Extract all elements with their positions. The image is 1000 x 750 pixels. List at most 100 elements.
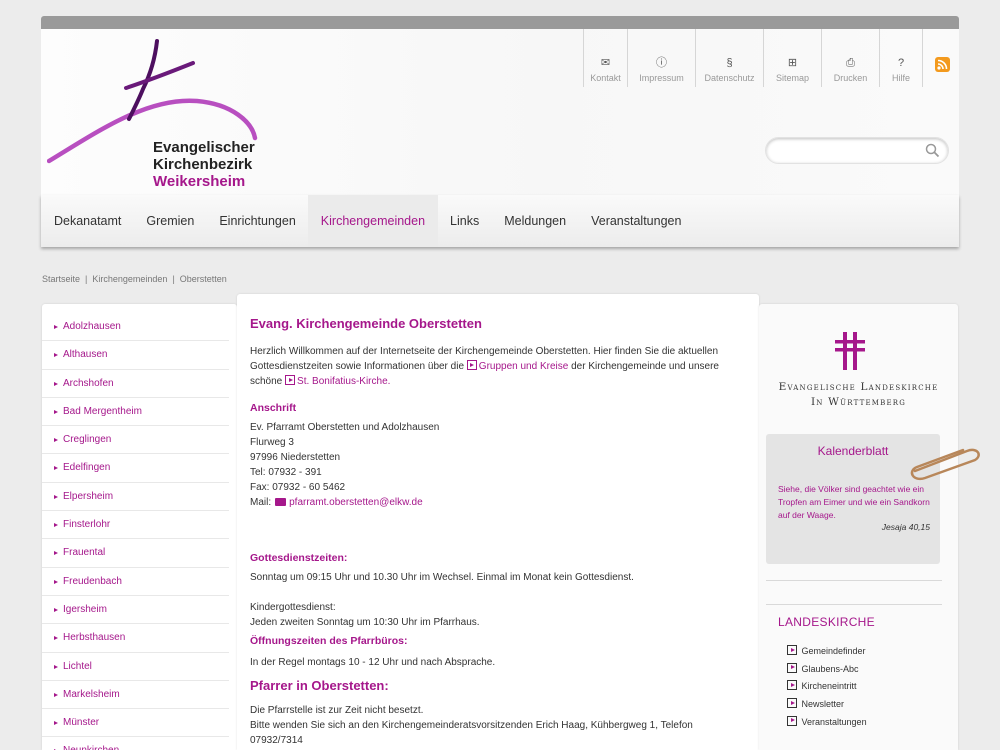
sidebar-item-lichtel[interactable]: Lichtel xyxy=(42,653,229,681)
link-label: Kircheneintritt xyxy=(801,681,857,692)
sidebar-item-freudenbach[interactable]: Freudenbach xyxy=(42,568,229,596)
address-line: 97996 Niederstetten xyxy=(250,452,341,463)
site-logo[interactable]: Evangelischer Kirchenbezirk Weikersheim xyxy=(46,37,277,190)
toolbar-impressum[interactable]: ⓘ Impressum xyxy=(627,29,695,87)
landeskirche-heading: LANDESKIRCHE xyxy=(778,615,875,629)
nav-kirchengemeinden[interactable]: Kirchengemeinden xyxy=(308,195,438,247)
link-arrow-icon xyxy=(787,680,797,691)
calendar-verse: Siehe, die Völker sind geachtet wie ein … xyxy=(778,484,930,520)
divider xyxy=(766,580,942,581)
link-kircheneintritt[interactable]: Kircheneintritt xyxy=(787,679,867,697)
mail-icon xyxy=(275,498,287,506)
page-title: Evang. Kirchengemeinde Oberstetten xyxy=(250,316,482,331)
divider xyxy=(766,604,942,605)
services-text: Sonntag um 09:15 Uhr und 10.30 Uhr im We… xyxy=(250,572,634,583)
link-gruppen-und-kreise[interactable]: Gruppen und Kreise xyxy=(479,361,569,372)
address-heading: Anschrift xyxy=(250,402,297,414)
services-heading: Gottesdienstzeiten: xyxy=(250,552,348,564)
nav-dekanatamt[interactable]: Dekanatamt xyxy=(41,195,134,247)
pastor-text-1: Die Pfarrstelle ist zur Zeit nicht beset… xyxy=(250,705,424,716)
logo-line-3: Weikersheim xyxy=(153,173,246,190)
main-content: Evang. Kirchengemeinde Oberstetten Herzl… xyxy=(237,294,759,750)
sidebar-item-bad-mergentheim[interactable]: Bad Mergentheim xyxy=(42,398,229,427)
office-text: In der Regel montags 10 - 12 Uhr und nac… xyxy=(250,657,496,668)
landeskirche-links: Gemeindefinder Glaubens-Abc Kircheneintr… xyxy=(787,644,867,732)
sidebar-item-finsterlohr[interactable]: Finsterlohr xyxy=(42,511,229,540)
sidebar-item-elpersheim[interactable]: Elpersheim xyxy=(42,483,229,512)
link-label: Newsletter xyxy=(801,699,845,710)
link-label: Veranstaltungen xyxy=(801,716,867,727)
link-bonifatius-kirche[interactable]: St. Bonifatius-Kirche. xyxy=(297,376,390,387)
link-arrow-icon xyxy=(787,645,797,655)
address-phone: Tel: 07932 - 391 xyxy=(250,467,322,478)
kids-text: Jeden zweiten Sonntag um 10:30 Uhr im Pf… xyxy=(250,617,480,628)
sidebar-item-igersheim[interactable]: Igersheim xyxy=(42,596,229,625)
nav-meldungen[interactable]: Meldungen xyxy=(492,195,579,247)
landeskirche-logo-text[interactable]: Evangelische Landeskirche In Württemberg xyxy=(759,380,958,410)
sidebar-item-herbsthausen[interactable]: Herbsthausen xyxy=(42,624,229,653)
sidebar-item-althausen[interactable]: Althausen xyxy=(42,341,229,370)
link-gemeindefinder[interactable]: Gemeindefinder xyxy=(787,644,867,662)
mail-label: Mail: xyxy=(250,497,272,508)
toolbar-label: Datenschutz xyxy=(704,73,755,83)
toolbar-label: Impressum xyxy=(639,73,684,83)
sidebar-item-archshofen[interactable]: Archshofen xyxy=(42,370,229,398)
top-bar xyxy=(41,16,959,29)
link-label: Glaubens-Abc xyxy=(801,663,859,674)
address-fax: Fax: 07932 - 60 5462 xyxy=(250,482,346,493)
envelope-icon: ✉ xyxy=(600,57,611,69)
logo-text: Evangelischer Kirchenbezirk Weikersheim xyxy=(153,139,255,190)
link-label: Gemeindefinder xyxy=(801,646,866,656)
toolbar-label: Sitemap xyxy=(775,73,810,83)
link-arrow-icon xyxy=(787,698,797,709)
pastor-text-2: Bitte wenden Sie sich an den Kirchengeme… xyxy=(250,720,693,746)
sidebar-item-creglingen[interactable]: Creglingen xyxy=(42,426,229,455)
link-newsletter[interactable]: Newsletter xyxy=(787,697,867,715)
address-line: Ev. Pfarramt Oberstetten und Adolzhausen xyxy=(250,422,440,433)
toolbar-datenschutz[interactable]: § Datenschutz xyxy=(695,29,763,87)
mail-link[interactable]: pfarramt.oberstetten@elkw.de xyxy=(289,497,423,508)
nav-gremien[interactable]: Gremien xyxy=(134,195,207,247)
breadcrumb: Startseite | Kirchengemeinden | Oberstetten xyxy=(42,274,227,284)
church-line-2: In Württemberg xyxy=(810,396,907,408)
intro-paragraph: Herzlich Willkommen auf der Internetseit… xyxy=(250,344,746,389)
nav-links[interactable]: Links xyxy=(438,195,492,247)
toolbar-sitemap[interactable]: ⊞ Sitemap xyxy=(763,29,821,87)
link-veranstaltungen[interactable]: Veranstaltungen xyxy=(787,715,867,733)
toolbar-label: Drucken xyxy=(833,73,868,83)
pastor-heading: Pfarrer in Oberstetten: xyxy=(250,678,389,693)
rss-icon[interactable] xyxy=(935,57,950,72)
link-glaubens-abc[interactable]: Glaubens-Abc xyxy=(787,662,867,680)
church-cross-icon[interactable] xyxy=(835,332,869,370)
nav-veranstaltungen[interactable]: Veranstaltungen xyxy=(579,195,694,247)
sidebar-item-edelfingen[interactable]: Edelfingen xyxy=(42,454,229,483)
sidebar-item-frauental[interactable]: Frauental xyxy=(42,539,229,568)
printer-icon: ⎙ xyxy=(846,57,855,69)
sidebar: Adolzhausen Althausen Archshofen Bad Mer… xyxy=(42,304,237,750)
address-line: Flurweg 3 xyxy=(250,437,294,448)
service-toolbar: ✉ Kontakt ⓘ Impressum § Datenschutz ⊞ Si… xyxy=(583,29,923,87)
breadcrumb-kirchengemeinden[interactable]: Kirchengemeinden xyxy=(92,274,167,284)
sidebar-item-markelsheim[interactable]: Markelsheim xyxy=(42,681,229,710)
sidebar-item-adolzhausen[interactable]: Adolzhausen xyxy=(42,313,229,342)
church-line-1: Evangelische Landeskirche xyxy=(778,381,939,393)
calendar-verse-source: Jesaja 40,15 xyxy=(881,522,930,532)
search-box xyxy=(765,137,949,164)
search-icon[interactable] xyxy=(925,143,940,163)
breadcrumb-current[interactable]: Oberstetten xyxy=(180,274,227,284)
toolbar-label: Kontakt xyxy=(590,73,621,83)
sidebar-item-muenster[interactable]: Münster xyxy=(42,709,229,738)
search-input[interactable] xyxy=(776,138,926,163)
nav-einrichtungen[interactable]: Einrichtungen xyxy=(207,195,308,247)
paragraph-icon: § xyxy=(726,57,733,69)
toolbar-drucken[interactable]: ⎙ Drucken xyxy=(821,29,879,87)
address-mail-line: Mail: pfarramt.oberstetten@elkw.de xyxy=(250,495,746,510)
info-icon: ⓘ xyxy=(656,57,667,69)
sidebar-item-neunkirchen[interactable]: Neunkirchen xyxy=(42,737,229,750)
toolbar-kontakt[interactable]: ✉ Kontakt xyxy=(583,29,627,87)
breadcrumb-startseite[interactable]: Startseite xyxy=(42,274,80,284)
paperclip-icon xyxy=(910,448,980,481)
office-heading: Öffnungszeiten des Pfarrbüros: xyxy=(250,635,408,647)
toolbar-hilfe[interactable]: ? Hilfe xyxy=(879,29,923,87)
main-navigation: Dekanatamt Gremien Einrichtungen Kirchen… xyxy=(41,195,959,247)
